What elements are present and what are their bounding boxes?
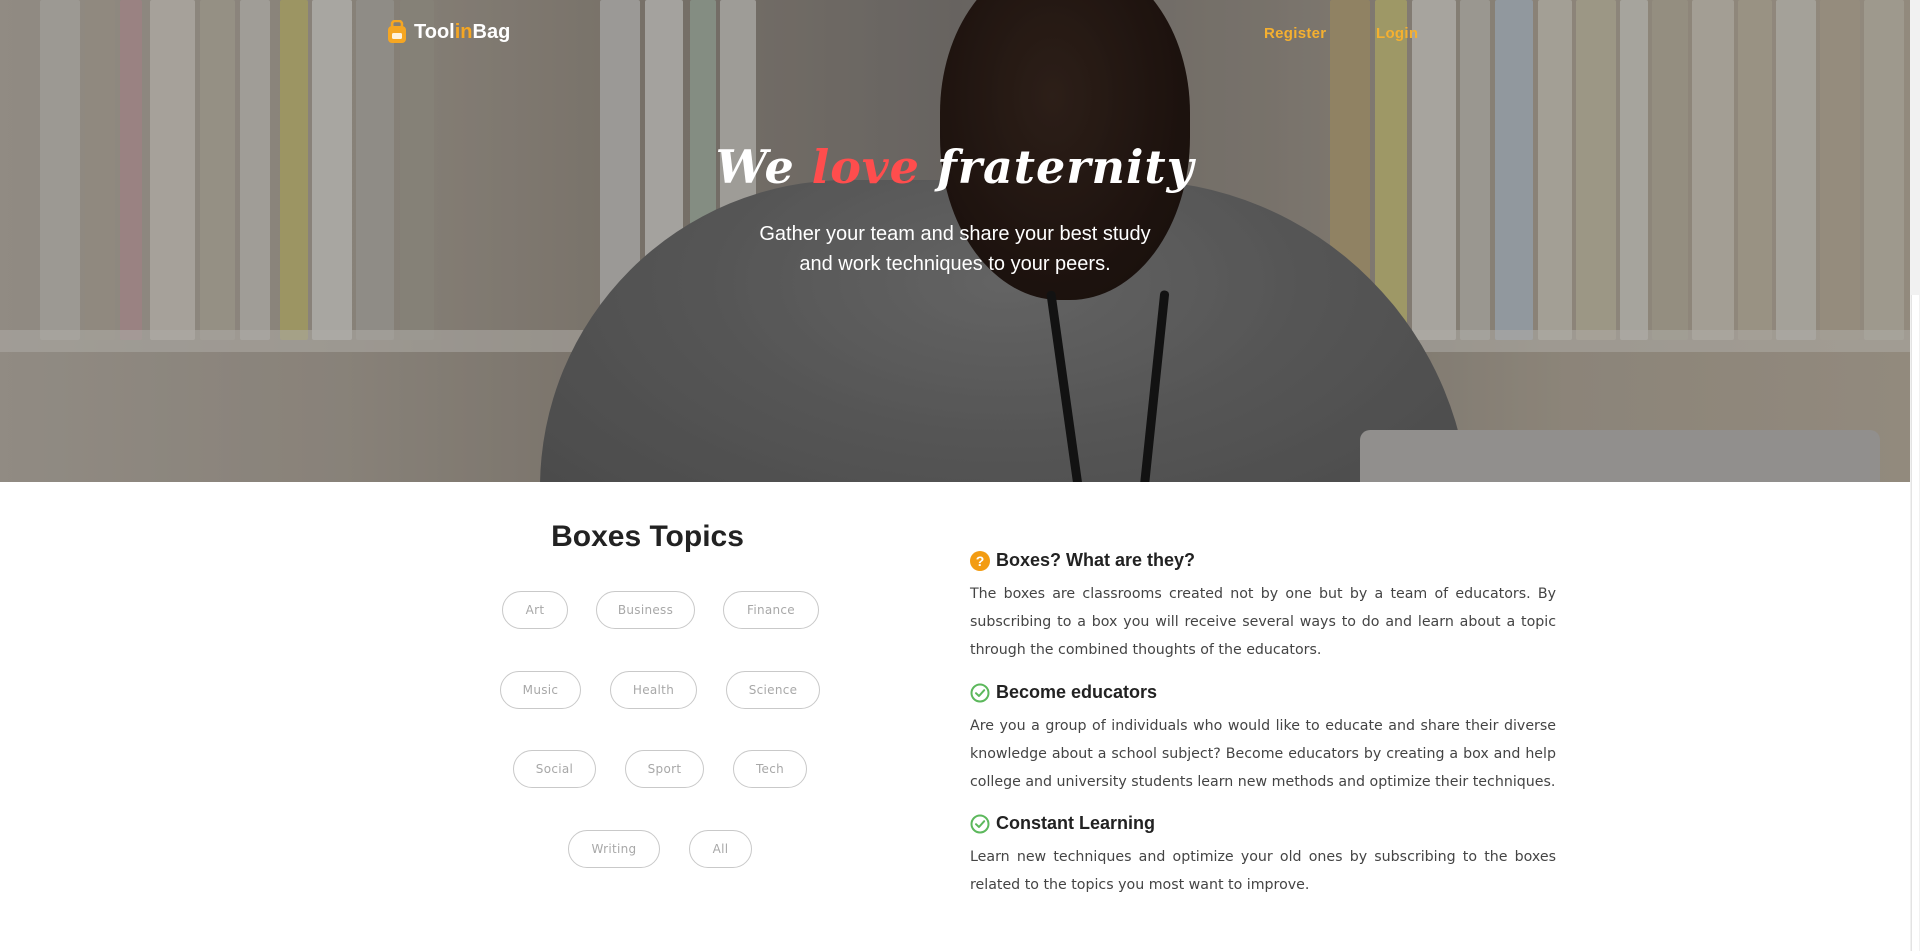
hero-subtitle: Gather your team and share your best stu… xyxy=(759,223,1151,275)
topic-tag-all[interactable]: All xyxy=(689,830,752,868)
topic-tag-health[interactable]: Health xyxy=(610,671,697,709)
logo[interactable]: ToolinBag xyxy=(386,20,510,44)
topic-tag-art[interactable]: Art xyxy=(502,591,568,629)
hero-title: We love fraternity xyxy=(715,140,1195,194)
check-circle-icon xyxy=(970,814,990,833)
question-circle-icon: ? xyxy=(970,550,990,571)
check-circle-icon xyxy=(970,683,990,702)
topic-tag-writing[interactable]: Writing xyxy=(568,830,660,868)
hero-banner: ToolinBag Register Login We love fratern… xyxy=(0,0,1910,482)
info-text-boxes: The boxes are classrooms created not by … xyxy=(970,586,1556,658)
topic-tag-social[interactable]: Social xyxy=(513,750,596,788)
info-text-educators: Are you a group of individuals who would… xyxy=(970,718,1556,790)
info-heading-educators: Become educators xyxy=(970,682,1157,703)
topic-tag-business[interactable]: Business xyxy=(596,591,695,629)
backpack-icon xyxy=(388,20,406,43)
register-link[interactable]: Register xyxy=(1264,25,1326,42)
topic-tag-sport[interactable]: Sport xyxy=(625,750,704,788)
svg-text:?: ? xyxy=(976,553,985,569)
topic-tag-tech[interactable]: Tech xyxy=(733,750,807,788)
navbar: ToolinBag Register Login xyxy=(0,0,1910,70)
topic-tag-music[interactable]: Music xyxy=(500,671,581,709)
login-link[interactable]: Login xyxy=(1376,25,1418,42)
topic-tag-finance[interactable]: Finance xyxy=(723,591,819,629)
topic-tag-science[interactable]: Science xyxy=(726,671,820,709)
info-text-learning: Learn new techniques and optimize your o… xyxy=(970,849,1556,893)
scrollbar-thumb[interactable] xyxy=(1911,295,1919,951)
logo-text: ToolinBag xyxy=(414,20,511,43)
info-heading-learning: Constant Learning xyxy=(970,813,1155,834)
info-heading-boxes: ? Boxes? What are they? xyxy=(970,550,1195,571)
topics-title: Boxes Topics xyxy=(551,520,744,553)
